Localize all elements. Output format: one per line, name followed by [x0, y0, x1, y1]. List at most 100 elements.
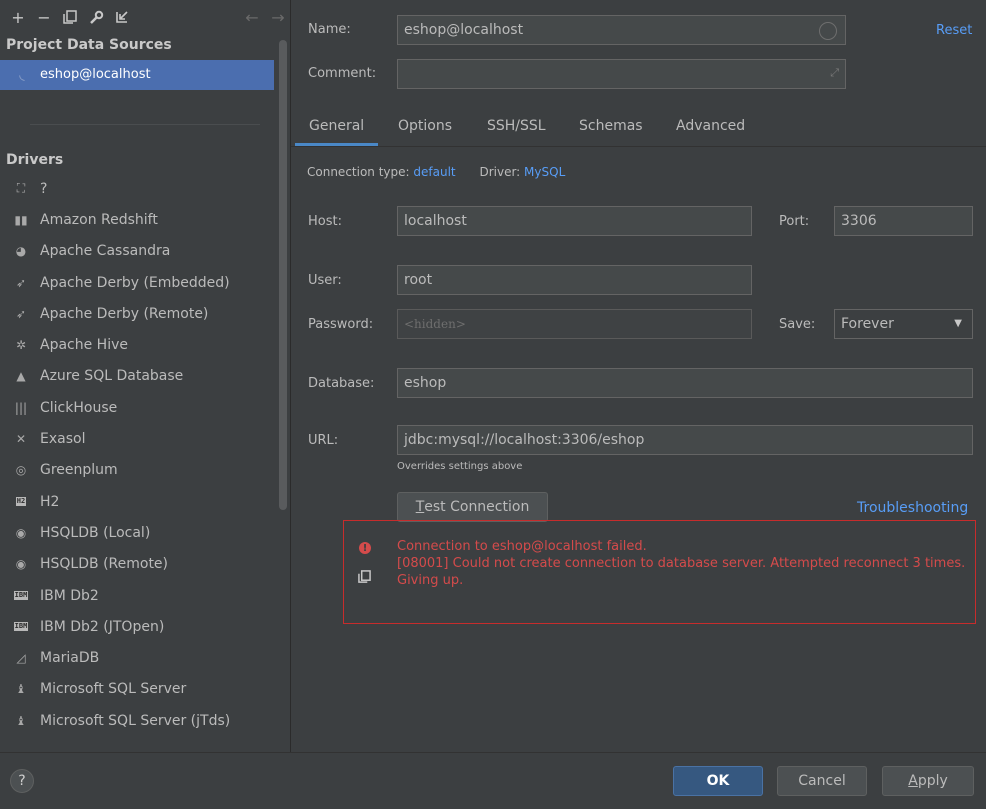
- wrench-icon[interactable]: [84, 5, 108, 29]
- driver-item[interactable]: ✲ Apache Hive: [0, 329, 290, 360]
- help-button[interactable]: ?: [10, 769, 34, 793]
- driver-item[interactable]: ♝ Microsoft SQL Server: [0, 674, 290, 705]
- tab-advanced[interactable]: Advanced: [676, 118, 745, 134]
- driver-item[interactable]: ▮▮ Amazon Redshift: [0, 204, 290, 235]
- reset-link[interactable]: Reset: [936, 23, 972, 38]
- password-label: Password:: [308, 317, 374, 332]
- expand-icon[interactable]: ⤢: [830, 66, 839, 80]
- tab-ssh-ssl[interactable]: SSH/SSL: [487, 118, 546, 134]
- sidebar-toolbar: + − ← →: [0, 0, 290, 34]
- driver-label: Driver:: [479, 165, 521, 179]
- driver-item[interactable]: ✕ Exasol: [0, 423, 290, 454]
- driver-label: MariaDB: [40, 650, 100, 667]
- ibm-db2-icon: IBM: [13, 591, 29, 600]
- h2-icon: H2: [15, 497, 27, 507]
- tab-general[interactable]: General: [294, 118, 379, 146]
- url-label: URL:: [308, 433, 339, 448]
- driver-item[interactable]: ◕ Apache Cassandra: [0, 236, 290, 267]
- mssql-icon: ♝: [15, 713, 27, 728]
- port-value: 3306: [841, 213, 877, 229]
- driver-label: Apache Cassandra: [40, 243, 171, 260]
- mysql-icon: ◟: [19, 67, 25, 83]
- sidebar-scrollbar[interactable]: [279, 40, 287, 510]
- name-input[interactable]: eshop@localhost: [397, 15, 846, 45]
- connection-info-row: Connection type: default Driver: MySQL: [307, 165, 565, 179]
- driver-label: Azure SQL Database: [40, 368, 184, 385]
- save-dropdown[interactable]: Forever ▼: [834, 309, 973, 339]
- back-arrow-icon[interactable]: ←: [240, 5, 264, 29]
- comment-label: Comment:: [308, 66, 377, 81]
- error-line-1: Connection to eshop@localhost failed.: [397, 539, 647, 554]
- url-input[interactable]: jdbc:mysql://localhost:3306/eshop: [397, 425, 973, 455]
- apply-button[interactable]: Apply: [882, 766, 974, 796]
- connection-type-label: Connection type:: [307, 165, 410, 179]
- driver-label: HSQLDB (Local): [40, 524, 151, 541]
- driver-item[interactable]: ||| ClickHouse: [0, 392, 290, 423]
- driver-item[interactable]: ◿ MariaDB: [0, 642, 290, 673]
- ok-button[interactable]: OK: [673, 766, 763, 796]
- user-input[interactable]: root: [397, 265, 752, 295]
- import-icon[interactable]: [110, 5, 134, 29]
- copy-icon[interactable]: [358, 570, 371, 587]
- port-input[interactable]: 3306: [834, 206, 973, 236]
- ibm-db2-icon: IBM: [13, 622, 29, 632]
- driver-item[interactable]: ◉ HSQLDB (Remote): [0, 549, 290, 580]
- clickhouse-icon: |||: [14, 400, 28, 415]
- save-value: Forever: [841, 316, 894, 332]
- error-icon: !: [359, 542, 371, 554]
- save-label: Save:: [779, 317, 816, 332]
- cancel-button[interactable]: Cancel: [777, 766, 867, 796]
- user-value: root: [404, 272, 433, 288]
- unknown-driver-icon: ⛶: [16, 181, 26, 196]
- driver-item[interactable]: IBM IBM Db2 (JTOpen): [0, 611, 290, 642]
- driver-label: Microsoft SQL Server: [40, 681, 187, 698]
- driver-item[interactable]: IBM IBM Db2: [0, 580, 290, 611]
- test-connection-label: est Connection: [424, 499, 530, 515]
- comment-input[interactable]: ⤢: [397, 59, 846, 89]
- driver-item[interactable]: H2 H2: [0, 486, 290, 517]
- host-input[interactable]: localhost: [397, 206, 752, 236]
- data-sources-panel: + − ← → Project Data Sources ◟ eshop@loc…: [0, 0, 291, 752]
- driver-item[interactable]: ➶ Apache Derby (Embedded): [0, 267, 290, 298]
- tab-schemas[interactable]: Schemas: [579, 118, 643, 134]
- add-icon[interactable]: +: [6, 5, 30, 29]
- remove-icon[interactable]: −: [32, 5, 56, 29]
- password-input[interactable]: <hidden>: [397, 309, 752, 339]
- greenplum-icon: ◎: [15, 463, 27, 478]
- error-line-2: [08001] Could not create connection to d…: [397, 556, 966, 588]
- driver-label: HSQLDB (Remote): [40, 556, 169, 573]
- driver-item[interactable]: ➶ Apache Derby (Remote): [0, 298, 290, 329]
- url-value: jdbc:mysql://localhost:3306/eshop: [404, 432, 645, 448]
- connection-type-link[interactable]: default: [413, 165, 455, 179]
- database-input[interactable]: eshop: [397, 368, 973, 398]
- driver-label: Apache Hive: [40, 337, 128, 354]
- dropdown-arrow-icon: ▼: [954, 318, 962, 329]
- driver-item[interactable]: ♝ Microsoft SQL Server (jTds): [0, 705, 290, 736]
- troubleshooting-link[interactable]: Troubleshooting: [857, 500, 968, 516]
- forward-arrow-icon[interactable]: →: [266, 5, 290, 29]
- tab-options[interactable]: Options: [398, 118, 452, 134]
- test-connection-button[interactable]: Test Connection: [397, 492, 548, 522]
- project-data-sources-title: Project Data Sources: [6, 37, 172, 53]
- driver-label: H2: [40, 493, 60, 510]
- hsqldb-icon: ◉: [15, 557, 27, 572]
- user-label: User:: [308, 273, 342, 288]
- derby-icon: ➶: [15, 306, 27, 321]
- password-placeholder: <hidden>: [404, 317, 466, 331]
- exasol-icon: ✕: [15, 432, 27, 447]
- duplicate-icon[interactable]: [58, 5, 82, 29]
- data-source-properties: Name: eshop@localhost Reset Comment: ⤢ G…: [291, 0, 986, 752]
- data-source-item-eshop[interactable]: ◟ eshop@localhost: [0, 60, 274, 90]
- driver-link[interactable]: MySQL: [524, 165, 565, 179]
- connection-error-box: ! Connection to eshop@localhost failed. …: [343, 520, 976, 624]
- apply-label: pply: [917, 773, 948, 789]
- data-source-label: eshop@localhost: [40, 67, 151, 82]
- driver-item[interactable]: ⛶?: [0, 173, 290, 204]
- driver-item[interactable]: ◉ HSQLDB (Local): [0, 517, 290, 548]
- error-message: Connection to eshop@localhost failed. [0…: [397, 538, 967, 589]
- driver-item[interactable]: ▲ Azure SQL Database: [0, 361, 290, 392]
- mariadb-icon: ◿: [16, 651, 26, 666]
- driver-item[interactable]: ◎ Greenplum: [0, 455, 290, 486]
- color-circle-icon[interactable]: [819, 22, 837, 40]
- hive-icon: ✲: [15, 338, 27, 353]
